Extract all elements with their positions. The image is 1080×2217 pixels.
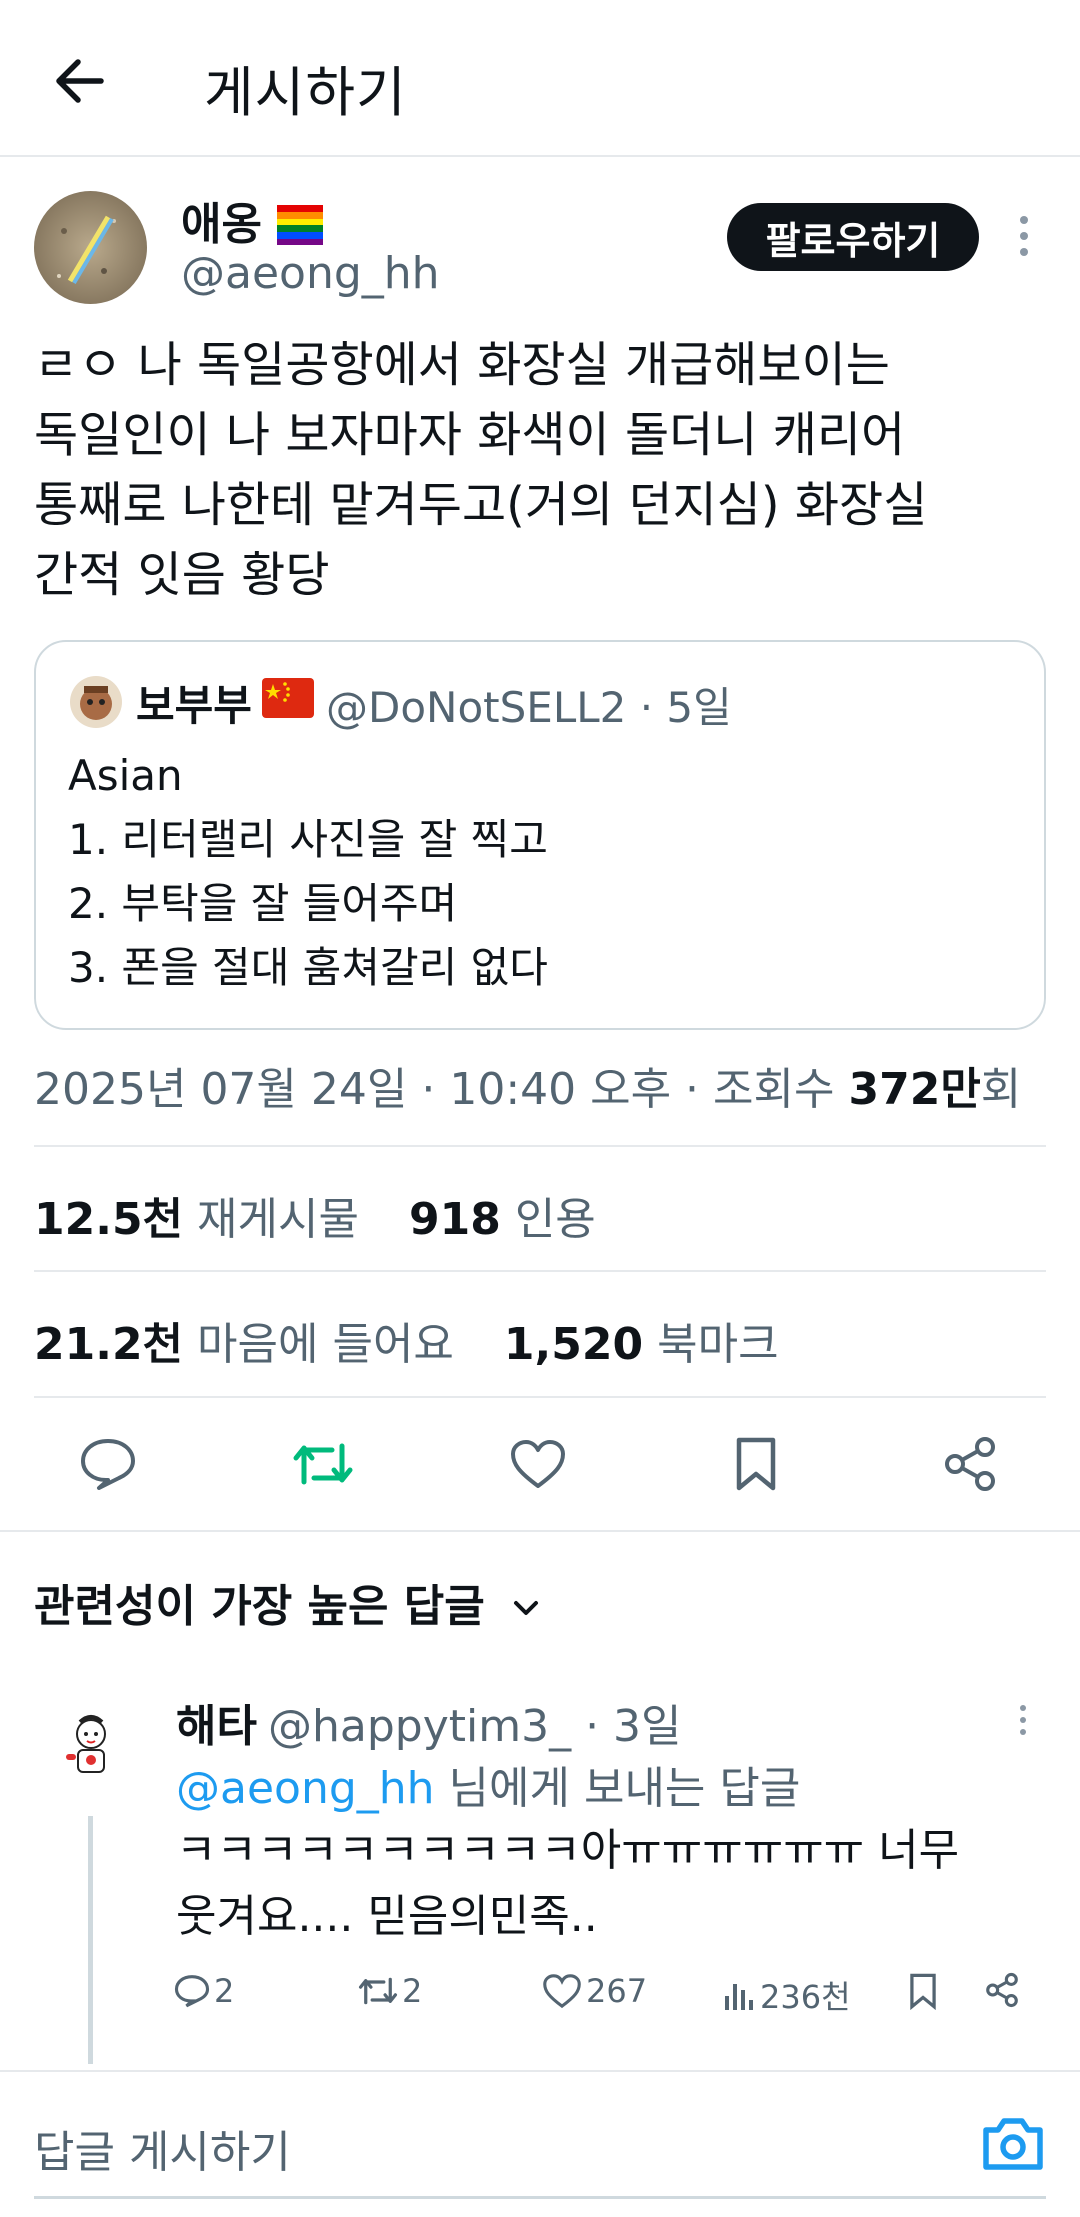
repost-quote-stats: 12.5천 재게시물 918 인용	[34, 1183, 596, 1247]
reply-sort-label: 관련성이 가장 높은 답글	[34, 1581, 485, 1632]
quote-author-avatar	[70, 676, 122, 728]
repost-count[interactable]: 12.5천	[34, 1194, 183, 1245]
camera-icon	[983, 2118, 1043, 2170]
repost-icon	[293, 1443, 353, 1485]
more-vertical-icon	[1020, 1705, 1026, 1735]
view-count-suffix: 회	[980, 1064, 1022, 1115]
divider	[34, 1145, 1046, 1147]
follow-button[interactable]: 팔로우하기	[727, 203, 979, 271]
bookmark-icon	[910, 1973, 936, 2010]
reply-author-handle[interactable]: @happytim3_ · 3일	[268, 1690, 682, 1754]
like-label[interactable]: 마음에 들어요	[197, 1319, 454, 1370]
timestamp-text: 2025년 07월 24일 · 10:40 오후 · 조회수	[34, 1064, 849, 1115]
author-name[interactable]: 애옹	[181, 188, 324, 252]
reply-button[interactable]	[72, 1428, 144, 1500]
reply-sort-dropdown[interactable]: 관련성이 가장 높은 답글	[34, 1570, 544, 1634]
reply-reply-button[interactable]: 2	[174, 1972, 234, 2010]
author-handle[interactable]: @aeong_hh	[181, 248, 440, 299]
divider	[34, 1270, 1046, 1272]
rainbow-flag-icon	[277, 205, 324, 245]
camera-button[interactable]	[980, 2114, 1046, 2174]
reply-author-name[interactable]: 해타	[176, 1690, 257, 1754]
reply-view-count: 236천	[760, 1978, 851, 2016]
compose-underline	[34, 2196, 1046, 2199]
heart-icon	[543, 1974, 581, 2009]
analytics-icon	[725, 1984, 753, 2010]
reply-like-count: 267	[586, 1972, 648, 2010]
like-bookmark-stats: 21.2천 마음에 들어요 1,520 북마크	[34, 1308, 779, 1372]
divider	[0, 1530, 1080, 1532]
bookmark-button[interactable]	[720, 1428, 792, 1500]
reply-repost-count: 2	[402, 1972, 423, 2010]
reply-to-suffix: 님에게 보내는 답글	[434, 1763, 801, 1814]
like-count[interactable]: 21.2천	[34, 1319, 183, 1370]
reply-to-line: @aeong_hh 님에게 보내는 답글	[176, 1752, 800, 1816]
bookmark-icon	[736, 1437, 776, 1491]
divider	[34, 1396, 1046, 1398]
bookmark-label[interactable]: 북마크	[657, 1319, 778, 1370]
reply-author-avatar[interactable]	[60, 1712, 122, 1780]
author-avatar[interactable]	[34, 191, 147, 304]
post-text: ㄹㅇ 나 독일공항에서 화장실 개급해보이는 독일인이 나 보자마자 화색이 돌…	[34, 337, 928, 603]
repost-button[interactable]	[287, 1428, 359, 1500]
heart-icon	[511, 1440, 565, 1488]
reply-repost-button[interactable]: 2	[358, 1972, 422, 2010]
thread-line	[88, 1816, 93, 2064]
more-vertical-icon	[1020, 216, 1028, 256]
post-timestamp: 2025년 07월 24일 · 10:40 오후 · 조회수 372만회	[34, 1053, 1021, 1117]
like-button[interactable]	[502, 1428, 574, 1500]
top-app-bar: 게시하기	[0, 0, 1080, 157]
quote-label[interactable]: 인용	[515, 1194, 596, 1245]
page-title: 게시하기	[204, 61, 407, 124]
bookmark-count[interactable]: 1,520	[504, 1319, 643, 1370]
quote-author-name: 보부부	[136, 681, 252, 730]
repost-icon	[358, 1977, 398, 2005]
reply-more-button[interactable]	[1008, 1700, 1038, 1740]
repost-label[interactable]: 재게시물	[197, 1194, 359, 1245]
quote-count[interactable]: 918	[409, 1194, 501, 1245]
reply-views-button[interactable]: 236천	[722, 1972, 851, 2018]
reply-text: ㅋㅋㅋㅋㅋㅋㅋㅋㅋㅋ아ㅠㅠㅠㅠㅠㅠ 너무 웃겨요.... 믿음의민족..	[176, 1825, 960, 1942]
reply-icon	[174, 1975, 210, 2008]
share-icon	[945, 1437, 995, 1491]
reply-icon	[81, 1439, 135, 1490]
share-icon	[986, 1972, 1018, 2008]
reply-reply-count: 2	[214, 1972, 235, 2010]
more-options-button[interactable]	[1006, 206, 1042, 266]
view-count: 372만	[848, 1064, 981, 1115]
quote-author-handle: @DoNotSELL2 · 5일	[326, 683, 732, 732]
back-button[interactable]	[42, 44, 116, 118]
reply-input[interactable]: 답글 게시하기	[34, 2116, 291, 2180]
reply-like-button[interactable]: 267	[542, 1972, 647, 2010]
reply-bookmark-button[interactable]	[908, 1972, 942, 2010]
share-button[interactable]	[934, 1428, 1006, 1500]
china-flag-icon	[262, 678, 314, 718]
arrow-left-icon	[56, 59, 104, 103]
mention-link[interactable]: @aeong_hh	[176, 1763, 435, 1814]
chevron-down-icon	[514, 1601, 539, 1615]
reply-share-button[interactable]	[984, 1972, 1024, 2008]
quote-text: Asian 1. 리터랠리 사진을 잘 찍고 2. 부탁을 잘 들어주며 3. …	[68, 751, 548, 992]
